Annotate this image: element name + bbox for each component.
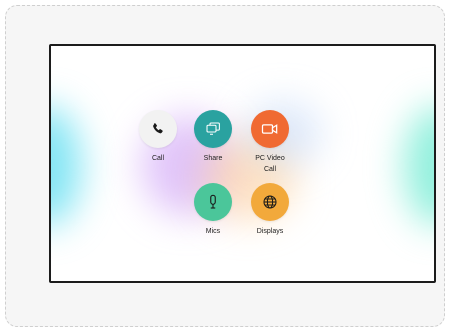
call-label: Call <box>151 155 165 162</box>
touch-screen: Call Share PC Video Call Mics Displays <box>49 44 436 283</box>
background-glow-right <box>404 106 434 226</box>
displays-circle[interactable] <box>251 183 289 221</box>
device-frame: Call Share PC Video Call Mics Displays <box>5 5 445 327</box>
mics-button[interactable]: Mics <box>183 183 243 237</box>
share-label: Share <box>203 155 223 162</box>
call-circle[interactable] <box>139 110 177 148</box>
globe-icon <box>263 195 277 209</box>
displays-label: Displays <box>256 228 284 235</box>
background-glow-left <box>51 106 81 226</box>
share-screen-icon <box>206 122 220 135</box>
pc-video-call-button[interactable]: PC Video Call <box>240 110 300 175</box>
share-circle[interactable] <box>194 110 232 148</box>
microphone-icon <box>210 194 216 209</box>
pc-video-call-label: PC Video Call <box>255 155 285 173</box>
displays-button[interactable]: Displays <box>240 183 300 237</box>
mics-circle[interactable] <box>194 183 232 221</box>
share-button[interactable]: Share <box>183 110 243 164</box>
mics-label: Mics <box>205 228 221 235</box>
call-button[interactable]: Call <box>128 110 188 164</box>
phone-icon <box>153 123 163 134</box>
pc-video-call-circle[interactable] <box>251 110 289 148</box>
video-camera-icon <box>261 124 278 134</box>
